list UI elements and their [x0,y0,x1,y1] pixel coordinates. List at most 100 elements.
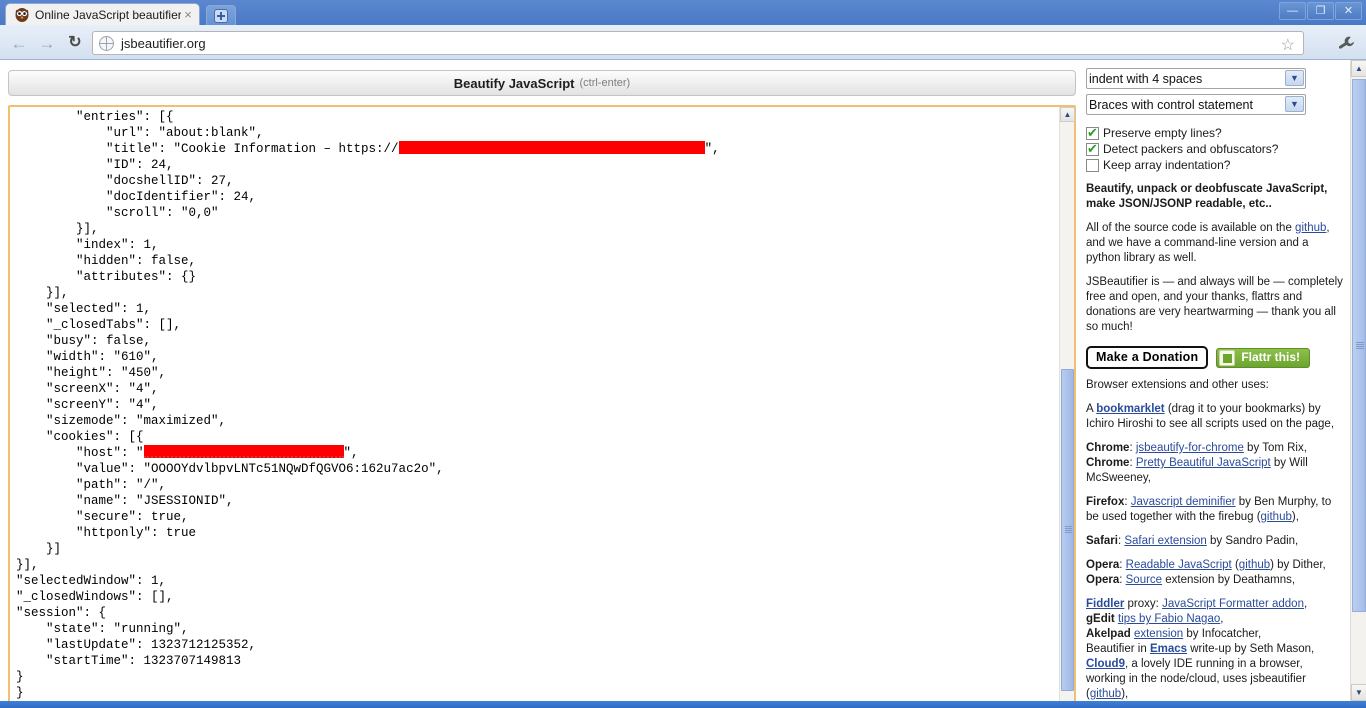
extension-entry-firefox: Firefox: Javascript deminifier by Ben Mu… [1086,495,1344,525]
misc-label: gEdit [1086,613,1115,625]
tagline: Beautify, unpack or deobfuscate JavaScri… [1086,182,1344,212]
entry-prefix: Opera [1086,559,1120,571]
scroll-grip-icon [1065,526,1072,534]
tips-by-fabio-nagao-link[interactable]: tips by Fabio Nagao [1118,613,1220,625]
textarea-scroll-thumb[interactable] [1061,369,1074,691]
code-line: "startTime": 1323707149813 [16,654,242,668]
redaction-bar [398,141,705,154]
checkbox-label: Preserve empty lines? [1103,126,1222,140]
code-line: "host": " ", [16,445,359,460]
checkbox-preserve-empty-lines[interactable]: Preserve empty lines? [1086,125,1344,141]
code-line: "entries": [{ [16,110,174,124]
github-link[interactable]: github [1261,511,1292,523]
bookmarklet-pre: A [1086,403,1097,415]
scroll-up-icon[interactable]: ▲ [1060,107,1075,122]
source-extension-link[interactable]: Source [1126,574,1162,586]
redaction-bar [143,445,344,458]
code-line: "screenY": "4", [16,398,159,412]
address-bar[interactable]: jsbeautifier.org ☆ [92,31,1304,55]
fiddler-link[interactable]: Fiddler [1086,598,1124,610]
javascript-deminifier-link[interactable]: Javascript deminifier [1131,496,1236,508]
code-textarea[interactable]: "entries": [{ "url": "about:blank", "tit… [8,105,1076,701]
restore-button[interactable]: ❐ [1307,2,1334,20]
free-and-open-paragraph: JSBeautifier is — and always will be — c… [1086,276,1343,333]
donation-row: Make a Donation Flattr this! [1086,346,1344,369]
bookmarklet-link[interactable]: bookmarklet [1096,403,1164,415]
scroll-grip-icon [1356,341,1364,350]
code-line: "hidden": false, [16,254,197,268]
code-line: }], [16,222,99,236]
tab-strip: Online JavaScript beautifier × — ❐ ✕ [0,0,1366,25]
checkbox-icon[interactable] [1086,125,1099,140]
code-line: "selectedWindow": 1, [16,574,167,588]
flattr-label: Flattr this! [1241,350,1300,364]
flattr-button[interactable]: Flattr this! [1216,347,1310,368]
close-window-button[interactable]: ✕ [1335,2,1362,20]
checkbox-keep-array-indentation[interactable]: Keep array indentation? [1086,158,1344,173]
code-line: } [16,670,24,684]
browser-tab[interactable]: Online JavaScript beautifier × [5,3,200,25]
code-line: "docIdentifier": 24, [16,190,257,204]
checkbox-detect-packers[interactable]: Detect packers and obfuscators? [1086,141,1344,157]
new-tab-button[interactable] [206,5,236,25]
misc-post: , [1220,613,1224,625]
entry-post: by Sandro Padin, [1206,535,1299,547]
entry-prefix: Chrome [1086,457,1130,469]
checkbox-label: Keep array indentation? [1103,158,1231,172]
code-line: "_closedWindows": [], [16,590,174,604]
source-pre: All of the source code is available on t… [1086,222,1296,234]
misc-mid: proxy: [1124,598,1163,610]
checkbox-icon[interactable] [1086,159,1099,172]
page-scrollbar[interactable]: ▲ ▼ [1350,60,1366,701]
close-icon[interactable]: × [181,8,195,22]
github-link[interactable]: github [1295,222,1326,234]
code-line: "cookies": [{ [16,430,144,444]
readable-javascript-link[interactable]: Readable JavaScript [1126,559,1232,571]
code-line: "index": 1, [16,238,159,252]
reload-icon[interactable]: ↻ [64,32,86,54]
javascript-formatter-addon-link[interactable]: JavaScript Formatter addon [1162,598,1304,610]
braces-select-wrapper: Braces with control statement ▼ [1086,94,1306,115]
page-scroll-down-icon[interactable]: ▼ [1351,684,1366,701]
globe-icon [99,35,114,51]
entry-post: ( [1231,559,1239,571]
extension-entry-chrome-1: Chrome: jsbeautify-for-chrome by Tom Rix… [1086,441,1344,456]
extension-entry-chrome-2: Chrome: Pretty Beautiful JavaScript by W… [1086,456,1344,486]
entry-post: by Tom Rix, [1243,442,1307,454]
minimize-button[interactable]: — [1279,2,1306,20]
code-line: "selected": 1, [16,302,152,316]
wrench-menu-icon[interactable] [1336,34,1356,59]
checkbox-label: Detect packers and obfuscators? [1103,142,1279,156]
jsbeautify-for-chrome-link[interactable]: jsbeautify-for-chrome [1136,442,1244,454]
code-line: "_closedTabs": [], [16,318,182,332]
indent-select[interactable]: indent with 4 spaces [1086,68,1306,89]
tagline-line-1: Beautify, unpack or deobfuscate JavaScri… [1086,183,1328,195]
safari-extension-link[interactable]: Safari extension [1124,535,1206,547]
page-scroll-up-icon[interactable]: ▲ [1351,60,1366,77]
braces-select[interactable]: Braces with control statement [1086,94,1306,115]
code-line: }] [16,542,62,556]
emacs-link[interactable]: Emacs [1150,643,1187,655]
code-line: "session": { [16,606,107,620]
textarea-scrollbar[interactable]: ▲ ▼ [1059,107,1075,701]
back-icon[interactable]: ← [8,32,30,54]
checkbox-icon[interactable] [1086,141,1099,156]
misc-post: , [1303,598,1308,610]
forward-icon[interactable]: → [36,32,58,54]
page-scroll-thumb[interactable] [1352,79,1366,612]
code-line: "ID": 24, [16,158,174,172]
cloud9-link[interactable]: Cloud9 [1086,658,1125,670]
beautify-button[interactable]: Beautify JavaScript (ctrl-enter) [8,70,1076,96]
akelpad-extension-link[interactable]: extension [1134,628,1183,640]
bookmark-star-icon[interactable]: ☆ [1281,35,1295,55]
owl-favicon [14,7,30,23]
misc-entry-akelpad: Akelpad extension by Infocatcher, [1086,627,1344,642]
make-a-donation-button[interactable]: Make a Donation [1086,346,1209,369]
beautify-label: Beautify JavaScript [453,75,575,91]
github-link[interactable]: github [1090,688,1121,700]
url-text: jsbeautifier.org [121,35,206,51]
plus-icon [214,8,228,23]
pretty-beautiful-javascript-link[interactable]: Pretty Beautiful JavaScript [1136,457,1271,469]
bookmarklet-paragraph: A bookmarklet (drag it to your bookmarks… [1086,402,1344,432]
github-link[interactable]: github [1239,559,1270,571]
